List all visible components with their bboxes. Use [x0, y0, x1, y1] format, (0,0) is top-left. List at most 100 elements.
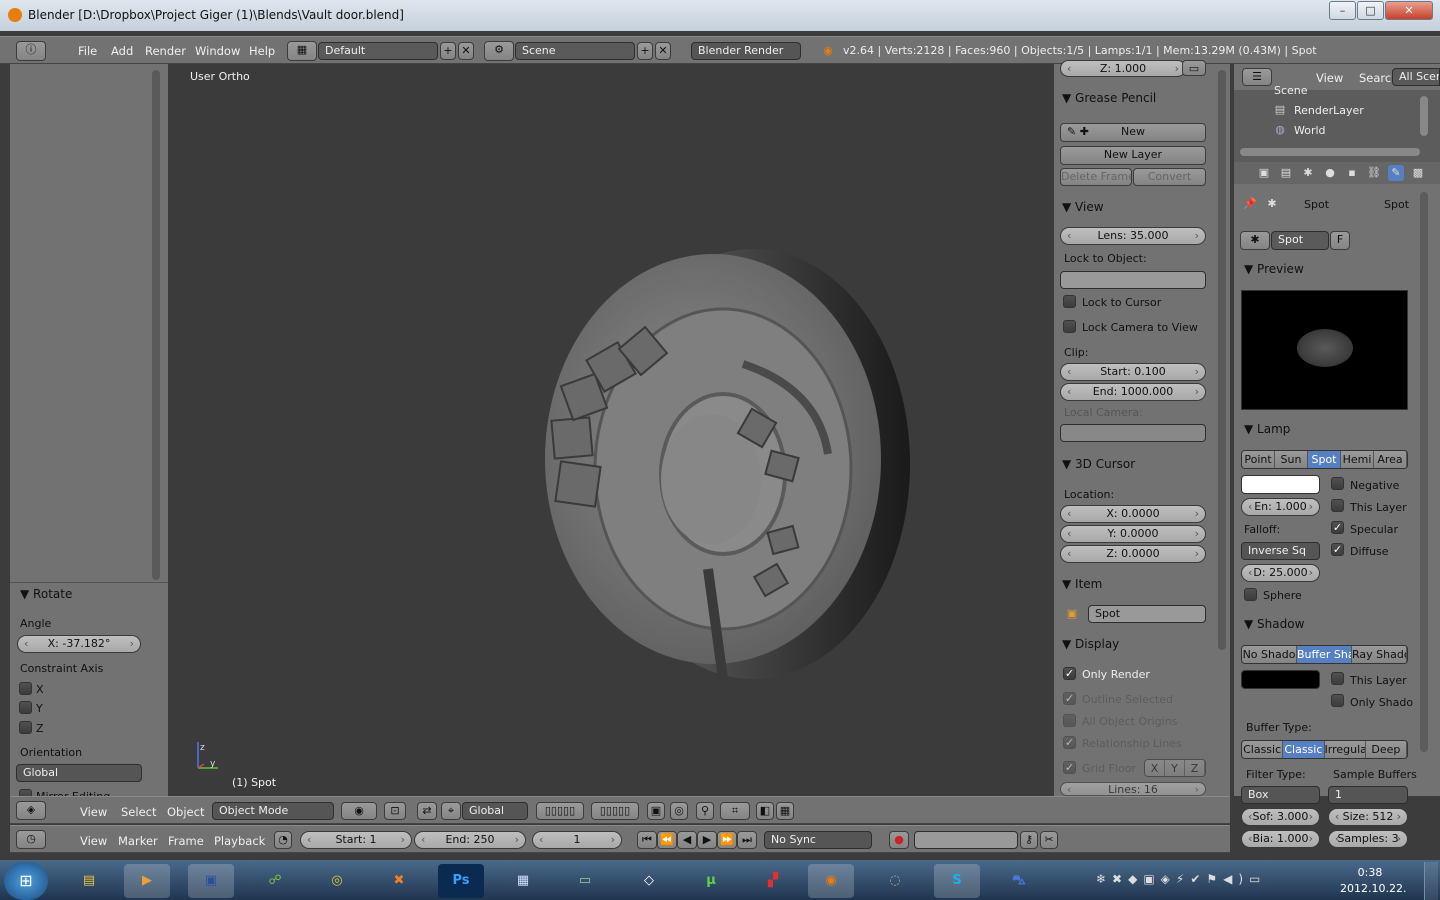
constraint-x-checkbox[interactable]	[19, 682, 32, 695]
preview-range-icon[interactable]: ◔	[274, 831, 292, 849]
lamp-color-swatch[interactable]	[1241, 475, 1320, 494]
item-name-field[interactable]: Spot	[1088, 605, 1206, 623]
tool-shelf-scrollbar[interactable]	[152, 70, 160, 580]
local-camera-field[interactable]	[1060, 424, 1206, 442]
manipulator-button[interactable]: ⇄	[417, 802, 437, 820]
system-tray-icons[interactable]: ❄✖◆▣◈⚡✔⚑◀)▭	[1096, 872, 1336, 890]
soft-field[interactable]: Sof: 3.000	[1241, 808, 1320, 826]
orientation-select[interactable]: Global	[16, 764, 142, 782]
taskbar-stripes-icon[interactable]: ▞	[750, 864, 796, 898]
add-layout-button[interactable]: +	[440, 42, 456, 60]
sample-buffers-select[interactable]: 1	[1328, 786, 1408, 804]
display-panel-title[interactable]: ▼ Display	[1062, 637, 1119, 651]
outliner-hscrollbar[interactable]	[1240, 148, 1420, 156]
taskbar-unity-icon[interactable]: ◇	[626, 864, 672, 898]
new-layer-button[interactable]: New Layer	[1060, 146, 1206, 165]
shadow-mode-ray[interactable]: Ray Shado	[1352, 646, 1407, 663]
menu-view[interactable]: View	[80, 805, 107, 819]
only-render-checkbox[interactable]: ✓	[1063, 667, 1076, 680]
buffer-type-irregular[interactable]: Irregula	[1324, 741, 1366, 758]
3d-editor-type-icon[interactable]: ◈	[16, 801, 46, 820]
lamp-type-sun[interactable]: Sun	[1275, 451, 1308, 468]
lamp-type-area[interactable]: Area	[1374, 451, 1407, 468]
timeline-editor-type-icon[interactable]: ◷	[16, 830, 46, 849]
outliner-editor-icon[interactable]: ☰	[1242, 68, 1272, 86]
menu-file[interactable]: File	[78, 44, 97, 58]
scene-icon[interactable]: ⚙	[484, 41, 514, 61]
all-origins-checkbox[interactable]	[1063, 714, 1076, 727]
negative-checkbox[interactable]	[1331, 477, 1344, 490]
add-scene-button[interactable]: +	[637, 42, 653, 60]
grid-axis-z[interactable]: Z	[1185, 760, 1205, 776]
taskbar-media-icon[interactable]: ▶	[124, 864, 170, 898]
outliner-world[interactable]: World	[1294, 124, 1326, 137]
lamp-this-layer-checkbox[interactable]	[1331, 499, 1344, 512]
filter-type-select[interactable]: Box	[1241, 786, 1320, 804]
screen-layout-icon[interactable]: ▦	[287, 41, 317, 61]
top-z-field[interactable]: Z: 1.000	[1060, 60, 1186, 77]
timeline-menu-view[interactable]: View	[80, 834, 107, 848]
remove-scene-button[interactable]: ✕	[655, 42, 671, 60]
snap-element-icon[interactable]: ⌗	[720, 802, 750, 820]
clip-start-field[interactable]: Start: 0.100	[1060, 363, 1206, 381]
buffer-type-selector[interactable]: Classic Classic Irregula Deep	[1241, 740, 1408, 759]
buffer-size-field[interactable]: Size: 512	[1328, 808, 1408, 826]
minimize-button[interactable]: –	[1329, 1, 1356, 20]
transform-orientation-select[interactable]: Global	[462, 802, 528, 820]
editor-type-info-icon[interactable]: ⓘ	[16, 41, 46, 61]
lamp-type-spot[interactable]: Spot	[1308, 451, 1341, 468]
frame-start-field[interactable]: Start: 1	[300, 831, 412, 849]
object-mode-select[interactable]: Object Mode	[212, 802, 334, 820]
fake-user-button[interactable]: F	[1330, 231, 1350, 250]
frame-end-field[interactable]: End: 250	[414, 831, 526, 849]
outliner-scrollbar[interactable]	[1420, 96, 1428, 136]
play-reverse-button[interactable]: ◀	[677, 831, 697, 849]
outliner-renderlayer[interactable]: RenderLayer	[1294, 104, 1364, 117]
grid-lines-field[interactable]: Lines: 16	[1060, 782, 1206, 796]
menu-object[interactable]: Object	[167, 805, 204, 819]
view-panel-title[interactable]: ▼ View	[1062, 200, 1104, 214]
3d-cursor-panel-title[interactable]: ▼ 3D Cursor	[1062, 457, 1135, 471]
npanel-scrollbar[interactable]	[1218, 70, 1226, 650]
convert-button[interactable]: Convert	[1133, 168, 1206, 186]
layers-tab-icon[interactable]: ▤	[1278, 165, 1294, 181]
lamp-datablock-name[interactable]: Spot	[1271, 231, 1329, 250]
taskbar-photoshop-icon[interactable]: Ps	[438, 864, 484, 898]
remove-layout-button[interactable]: ✕	[458, 42, 474, 60]
menu-window[interactable]: Window	[195, 44, 240, 58]
delete-frame-button[interactable]: Delete Frame	[1060, 168, 1132, 186]
taskbar-utorrent-icon[interactable]: µ	[688, 864, 734, 898]
current-frame-field[interactable]: 1	[532, 831, 622, 849]
grid-axis-y[interactable]: Y	[1165, 760, 1185, 776]
lamp-panel-title[interactable]: ▼ Lamp	[1244, 422, 1290, 436]
preview-panel-title[interactable]: ▼ Preview	[1244, 262, 1304, 276]
cursor-x-field[interactable]: X: 0.0000	[1060, 505, 1206, 523]
shadow-mode-none[interactable]: No Shado	[1242, 646, 1297, 663]
taskbar-chrome-icon[interactable]: ◎	[314, 864, 360, 898]
taskbar-loader-icon[interactable]: ◌	[872, 864, 918, 898]
item-panel-title[interactable]: ▼ Item	[1062, 577, 1102, 591]
taskbar-calculator-icon[interactable]: ▦	[500, 864, 546, 898]
lamp-type-selector[interactable]: Point Sun Spot Hemi Area	[1241, 450, 1408, 469]
texture-tab-icon[interactable]: ▩	[1410, 165, 1426, 181]
buffer-type-classic[interactable]: Classic	[1242, 741, 1284, 758]
transform-orientation-icon[interactable]: ⌖	[441, 802, 461, 820]
constraint-y-checkbox[interactable]	[19, 701, 32, 714]
lock-camera-checkbox[interactable]	[1063, 320, 1076, 333]
shadow-panel-title[interactable]: ▼ Shadow	[1244, 617, 1304, 631]
screen-layout-field[interactable]: Default	[318, 42, 438, 60]
angle-field[interactable]: X: -37.182°	[17, 635, 141, 653]
taskbar-skype-icon[interactable]: S	[934, 864, 980, 898]
lamp-type-point[interactable]: Point	[1242, 451, 1275, 468]
constraints-tab-icon[interactable]: ⛓	[1366, 165, 1382, 181]
layers-grid-b[interactable]: ▯▯▯▯▯	[591, 802, 639, 820]
insert-keyframe-icon[interactable]: ⚷	[1020, 831, 1038, 849]
lamp-data-tab-icon[interactable]: ✎	[1388, 165, 1404, 181]
properties-scrollbar[interactable]	[1420, 192, 1428, 752]
outline-selected-checkbox[interactable]: ✓	[1063, 692, 1076, 705]
samples-field[interactable]: Samples: 3	[1328, 830, 1408, 848]
scene-field[interactable]: Scene	[515, 42, 635, 60]
specular-checkbox[interactable]: ✓	[1331, 521, 1344, 534]
jump-keyframe-forward-button[interactable]: ⏩	[717, 831, 737, 849]
grease-pencil-new-button[interactable]: ✎ ✚ New	[1060, 123, 1206, 142]
